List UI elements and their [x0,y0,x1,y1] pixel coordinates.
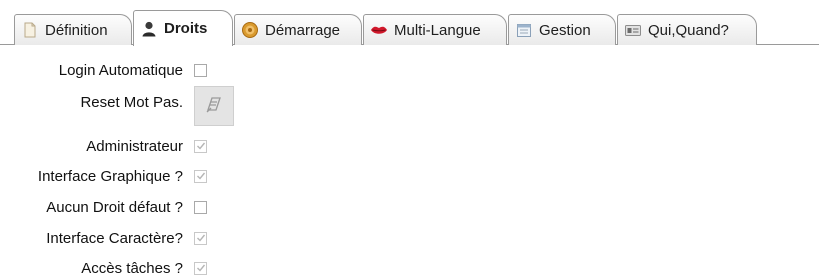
row-task-access: Accès tâches ? [0,256,819,280]
tab-strip: Définition Droits Démarrage Multi-Langue… [0,0,819,46]
login-auto-checkbox[interactable] [194,63,207,77]
tab-multilanguage[interactable]: Multi-Langue [363,14,507,45]
no-default-rights-checkbox[interactable] [194,200,207,214]
tab-startup[interactable]: Démarrage [234,14,362,45]
tab-label: Gestion [539,21,591,39]
check-icon [196,142,205,150]
calendar-icon [515,21,533,39]
document-icon [21,21,39,39]
tab-label: Démarrage [265,21,341,39]
check-icon [196,172,205,180]
tab-label: Qui,Quand? [648,21,729,39]
tab-who-when[interactable]: Qui,Quand? [617,14,757,45]
check-icon [196,234,205,242]
administrator-label: Administrateur [86,137,183,155]
tab-label: Droits [164,20,208,37]
tab-management[interactable]: Gestion [508,14,616,45]
lips-icon [370,21,388,39]
reset-password-button[interactable] [194,86,234,126]
reset-password-icon [202,92,226,121]
tab-label: Multi-Langue [394,21,481,39]
char-interface-checkbox[interactable] [194,231,207,245]
tab-rights[interactable]: Droits [133,10,233,46]
id-card-icon [624,21,642,39]
row-administrator: Administrateur [0,134,819,158]
task-access-checkbox[interactable] [194,261,207,275]
tab-definition[interactable]: Définition [14,14,132,45]
check-icon [196,264,205,272]
graphic-interface-label: Interface Graphique ? [37,167,183,185]
gear-icon [241,21,259,39]
row-char-interface: Interface Caractère? [0,226,819,250]
administrator-checkbox[interactable] [194,139,207,153]
row-reset-password: Reset Mot Pas. [0,90,819,114]
row-no-default-rights: Aucun Droit défaut ? [0,195,819,219]
graphic-interface-checkbox[interactable] [194,169,207,183]
reset-password-label: Reset Mot Pas. [80,93,183,111]
row-login-auto: Login Automatique [0,58,819,82]
login-auto-label: Login Automatique [58,61,183,79]
no-default-rights-label: Aucun Droit défaut ? [46,198,183,216]
user-rights-window: Définition Droits Démarrage Multi-Langue… [0,0,819,280]
task-access-label: Accès tâches ? [81,259,183,277]
user-icon [140,20,158,38]
tab-label: Définition [45,21,108,39]
row-graphic-interface: Interface Graphique ? [0,164,819,188]
char-interface-label: Interface Caractère? [46,229,183,247]
